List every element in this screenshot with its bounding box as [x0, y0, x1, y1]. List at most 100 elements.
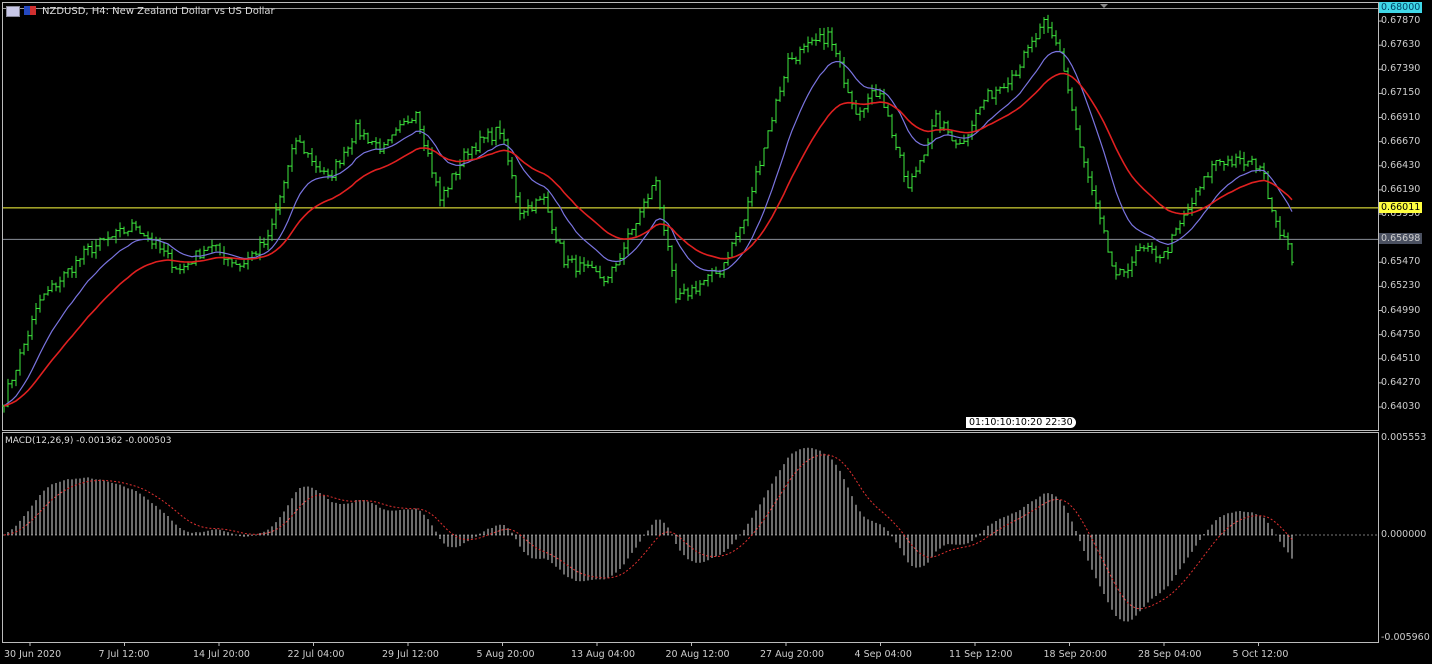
ohlc-bar: [470, 146, 474, 161]
time-label: 14 Jul 20:00: [193, 649, 250, 660]
ohlc-bar: [1110, 251, 1114, 267]
chart-window-icon[interactable]: [6, 6, 20, 17]
ohlc-bar: [606, 276, 610, 284]
ohlc-bar: [750, 186, 754, 207]
ohlc-bar: [1146, 242, 1150, 252]
ohlc-bar: [58, 276, 62, 293]
ohlc-bar: [26, 330, 30, 352]
chart-title: NZDUSD, H4: New Zealand Dollar vs US Dol…: [42, 6, 275, 17]
ohlc-bar: [570, 255, 574, 263]
ohlc-bar: [670, 245, 674, 277]
ohlc-bar: [66, 268, 70, 278]
ohlc-bar: [1226, 155, 1230, 167]
ohlc-bar: [630, 228, 634, 236]
ohlc-bar: [1194, 188, 1198, 206]
ohlc-bar: [330, 170, 334, 182]
time-label: 5 Aug 20:00: [476, 649, 535, 660]
ohlc-bar: [498, 120, 502, 140]
ohlc-bar: [466, 148, 470, 160]
ohlc-bar: [774, 98, 778, 124]
ohlc-bar: [1218, 158, 1222, 166]
ohlc-bar: [490, 127, 494, 146]
price-tick-label: 0.66190: [1381, 183, 1421, 195]
ohlc-bar: [686, 287, 690, 301]
ohlc-bar: [1054, 30, 1058, 46]
ohlc-bar: [690, 284, 694, 300]
price-tick-label: 0.65470: [1381, 256, 1421, 268]
ohlc-bar: [22, 343, 26, 356]
ohlc-bar: [334, 158, 338, 181]
ohlc-bar: [442, 186, 446, 207]
ohlc-bar: [510, 156, 514, 179]
ohlc-bar: [614, 262, 618, 272]
ohlc-bar: [650, 185, 654, 200]
ohlc-bar: [314, 155, 318, 173]
ohlc-bar: [1246, 160, 1250, 167]
ohlc-bar: [486, 128, 490, 143]
ohlc-bar: [814, 33, 818, 46]
ohlc-bar: [1202, 176, 1206, 190]
ohlc-bar: [474, 142, 478, 155]
ohlc-bar: [194, 250, 198, 266]
ohlc-bar: [846, 78, 850, 94]
ohlc-bar: [1178, 220, 1182, 234]
ohlc-bar: [102, 237, 106, 241]
ohlc-bar: [1126, 263, 1130, 279]
ohlc-bar: [966, 134, 970, 147]
ohlc-bar: [1238, 150, 1242, 165]
ohlc-bar: [478, 130, 482, 153]
ohlc-bar: [1078, 125, 1082, 148]
ohlc-bar: [922, 154, 926, 163]
ohlc-bar: [830, 27, 834, 51]
ohlc-bar: [1214, 160, 1218, 172]
macd-zero-label: 0.000000: [1381, 529, 1427, 540]
shift-marker-icon: [1100, 4, 1108, 8]
ohlc-bar: [410, 118, 414, 124]
ohlc-bar: [658, 180, 662, 210]
ohlc-bar: [454, 171, 458, 181]
ohlc-bar: [590, 260, 594, 269]
ohlc-bar: [274, 203, 278, 230]
ohlc-bar: [1034, 33, 1038, 48]
ohlc-bar: [594, 265, 598, 273]
chart-canvas[interactable]: [0, 0, 1432, 664]
ohlc-bar: [698, 280, 702, 296]
ohlc-bar: [890, 113, 894, 139]
ohlc-bar: [254, 251, 258, 256]
price-tick-label: 0.64510: [1381, 352, 1421, 364]
ohlc-bar: [86, 243, 90, 256]
ohlc-bar: [238, 263, 242, 272]
ohlc-bar: [150, 232, 154, 250]
ohlc-bar: [42, 293, 46, 301]
ohlc-bar: [626, 228, 630, 255]
ohlc-bar: [706, 273, 710, 287]
ohlc-bar: [674, 263, 678, 304]
ohlc-bar: [618, 253, 622, 266]
ohlc-bar: [134, 220, 138, 231]
ohlc-bar: [346, 146, 350, 157]
ohlc-bar: [1010, 70, 1014, 91]
ohlc-bar: [142, 232, 146, 237]
ohlc-bar: [1026, 44, 1030, 58]
ohlc-bar: [1166, 246, 1170, 260]
time-label: 13 Aug 04:00: [571, 649, 636, 660]
ohlc-bar: [82, 245, 86, 265]
ohlc-bar: [1094, 185, 1098, 210]
ohlc-bar: [286, 164, 290, 189]
price-tick-label: 0.66430: [1381, 159, 1421, 171]
ohlc-bar: [1038, 23, 1042, 40]
ohlc-bar: [1046, 14, 1050, 33]
ohlc-bar: [350, 137, 354, 155]
ohlc-bar: [986, 88, 990, 103]
ohlc-bar: [678, 288, 682, 300]
ohlc-bar: [874, 84, 878, 97]
ohlc-bar: [738, 226, 742, 243]
ohlc-bar: [1154, 245, 1158, 263]
ohlc-bar: [342, 146, 346, 166]
price-badge-bid: 0.65698: [1379, 233, 1423, 245]
price-tick-label: 0.66910: [1381, 111, 1421, 123]
ohlc-bar: [646, 193, 650, 208]
ohlc-bar: [1022, 50, 1026, 69]
ohlc-bar: [1138, 243, 1142, 252]
ohlc-bar: [366, 132, 370, 144]
